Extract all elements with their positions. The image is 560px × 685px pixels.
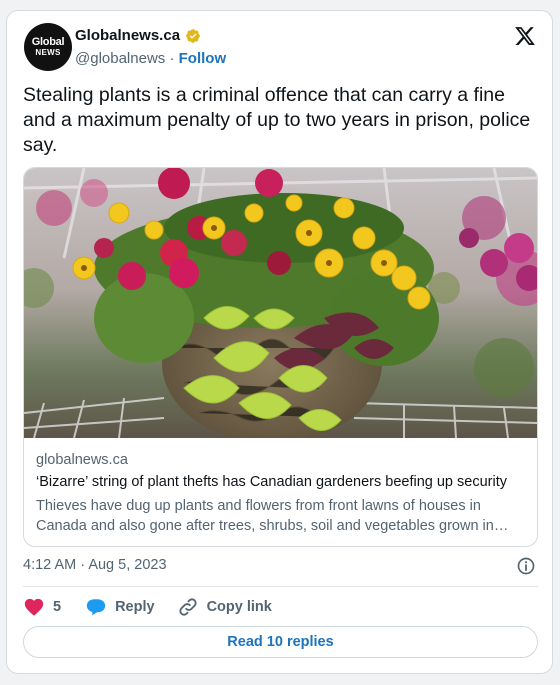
like-count: 5 xyxy=(53,599,62,615)
reply-button[interactable]: Reply xyxy=(85,596,155,618)
copy-link-label: Copy link xyxy=(206,599,272,615)
copy-link-button[interactable]: Copy link xyxy=(177,596,272,618)
divider xyxy=(23,586,538,587)
hanging-flower-basket-image xyxy=(24,168,537,438)
link-domain: globalnews.ca xyxy=(36,452,128,468)
timestamp-separator: · xyxy=(80,557,86,573)
tweet-text: Stealing plants is a criminal offence th… xyxy=(23,84,531,156)
handle-separator: · xyxy=(169,50,175,67)
avatar-logo-line1: Global xyxy=(31,36,65,48)
like-button[interactable]: 5 xyxy=(23,596,61,618)
heart-icon xyxy=(24,598,44,616)
info-icon[interactable] xyxy=(516,556,536,576)
reply-label: Reply xyxy=(115,599,155,615)
author-name-row: Globalnews.ca xyxy=(75,27,201,44)
author-handle[interactable]: @globalnews xyxy=(75,50,165,67)
read-replies-button[interactable]: Read 10 replies xyxy=(23,626,538,658)
author-avatar[interactable]: Global NEWS xyxy=(24,23,72,71)
verified-badge-icon xyxy=(186,28,200,43)
link-preview-card[interactable]: globalnews.ca ‘Bizarre’ string of plant … xyxy=(23,167,538,547)
follow-link[interactable]: Follow xyxy=(179,50,227,67)
avatar-logo-line2: NEWS xyxy=(35,48,61,57)
author-handle-row: @globalnews · Follow xyxy=(75,50,226,67)
link-chain-icon xyxy=(178,598,197,616)
action-bar: 5 Reply Copy link xyxy=(23,596,272,618)
link-title: ‘Bizarre’ string of plant thefts has Can… xyxy=(36,474,507,490)
tweet-embed-card: Global NEWS Globalnews.ca @globalnews · … xyxy=(6,10,553,674)
author-name[interactable]: Globalnews.ca xyxy=(75,27,180,44)
x-logo-icon[interactable] xyxy=(514,25,536,47)
link-description: Thieves have dug up plants and flowers f… xyxy=(36,498,494,534)
tweet-time: 4:12 AM xyxy=(23,557,77,573)
tweet-timestamp[interactable]: 4:12 AM · Aug 5, 2023 xyxy=(23,557,167,573)
tweet-date: Aug 5, 2023 xyxy=(88,557,167,573)
reply-bubble-icon xyxy=(86,599,106,616)
